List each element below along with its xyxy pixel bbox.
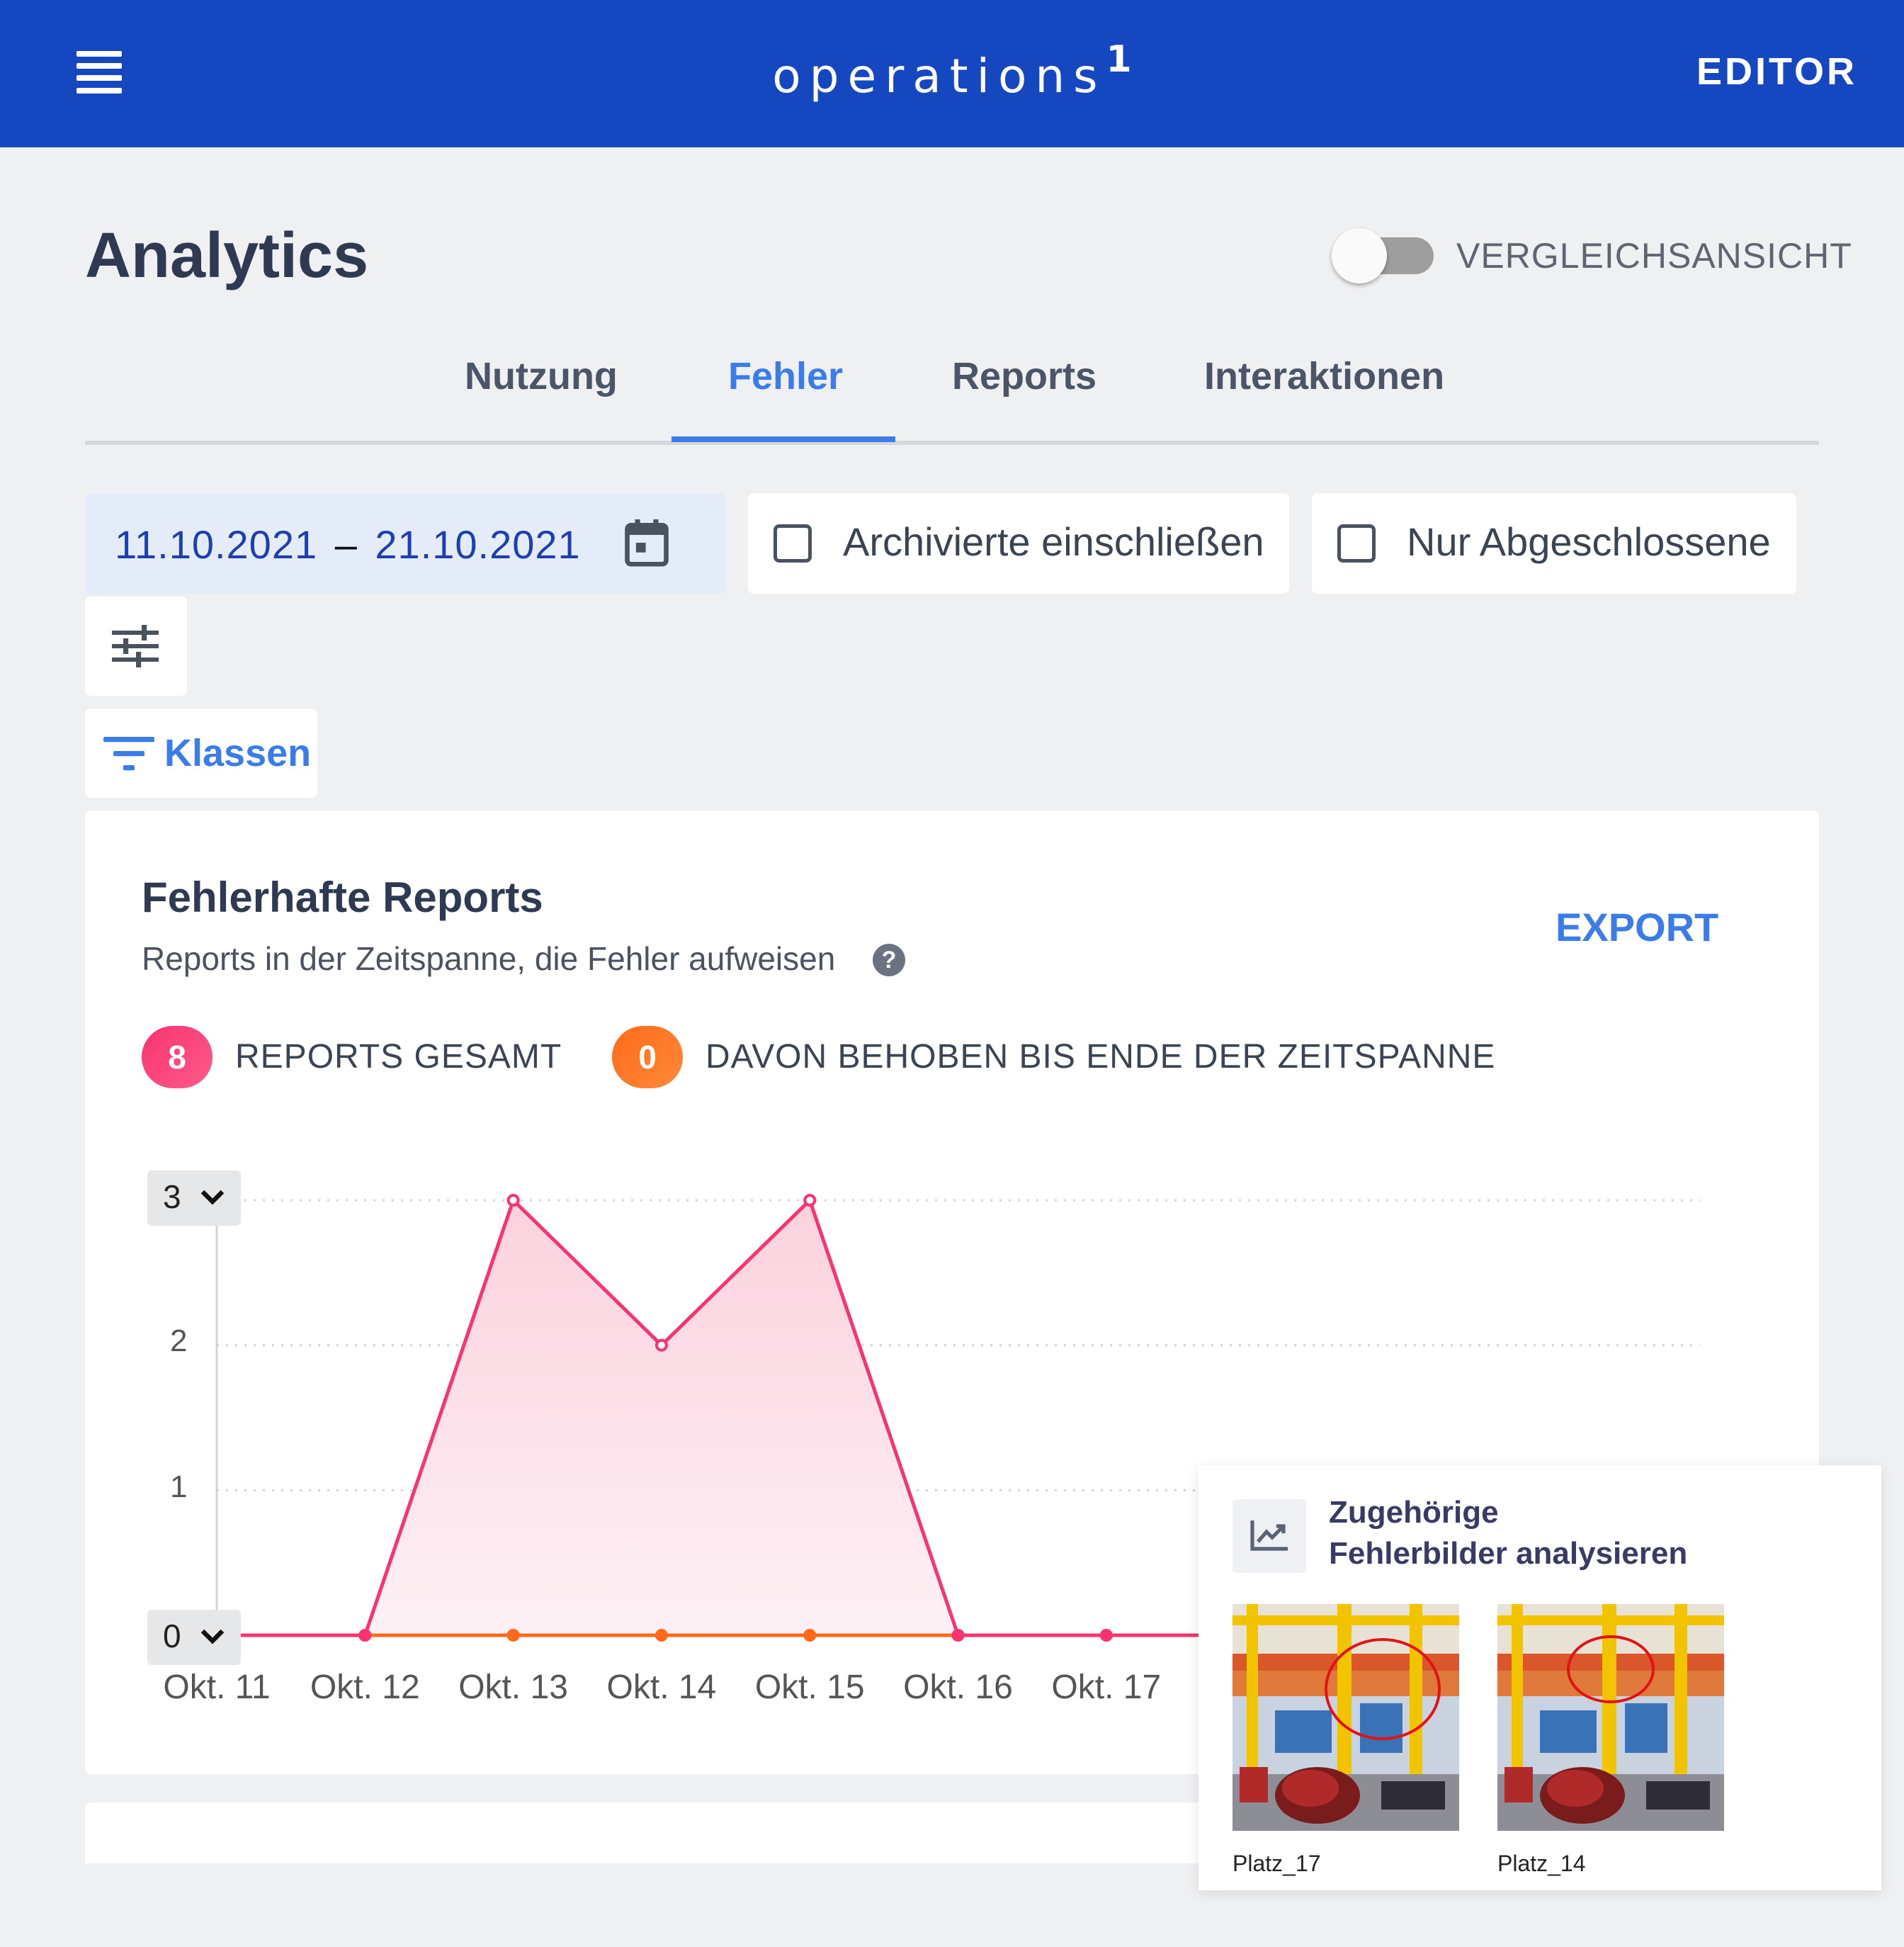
- popup-title-line2: Fehlerbilder analysieren: [1329, 1536, 1688, 1571]
- data-point: [506, 1629, 520, 1642]
- factory-photo-image: [1497, 1604, 1724, 1831]
- popup-icon-box: [1232, 1499, 1306, 1573]
- x-tick-label: Okt. 13: [458, 1669, 568, 1706]
- related-images-popup: Zugehörige Fehlerbilder analysieren Plat…: [1198, 1465, 1881, 1890]
- x-tick-label: Okt. 16: [903, 1669, 1013, 1706]
- data-point: [654, 1629, 668, 1642]
- thumbnail-label: Platz_14: [1497, 1851, 1586, 1876]
- y-tick-label: 1: [170, 1469, 188, 1504]
- x-tick-label: Okt. 15: [754, 1669, 865, 1706]
- popup-title: Zugehörige Fehlerbilder analysieren: [1329, 1492, 1687, 1574]
- data-point: [803, 1629, 817, 1642]
- y-axis-min-value: 0: [163, 1618, 181, 1654]
- y-axis-max-select[interactable]: 3: [147, 1170, 241, 1226]
- y-tick-label: 2: [170, 1324, 188, 1358]
- chevron-down-icon: [200, 1190, 225, 1205]
- data-point: [1099, 1629, 1113, 1642]
- popup-title-line1: Zugehörige: [1329, 1495, 1499, 1530]
- data-point: [506, 1194, 520, 1207]
- data-point: [803, 1194, 817, 1207]
- x-tick-label: Okt. 11: [163, 1669, 271, 1706]
- trending-up-chart-icon: [1250, 1520, 1288, 1551]
- x-tick-label: Okt. 17: [1051, 1669, 1162, 1706]
- defect-image-thumbnail[interactable]: [1497, 1604, 1724, 1831]
- data-point: [654, 1338, 668, 1352]
- y-axis-min-select[interactable]: 0: [147, 1610, 241, 1665]
- factory-photo-image: [1232, 1604, 1459, 1831]
- data-point: [951, 1629, 965, 1642]
- defect-image-thumbnail[interactable]: [1232, 1604, 1459, 1831]
- area-reports-total: [217, 1200, 1204, 1635]
- data-point: [358, 1629, 372, 1642]
- x-tick-label: Okt. 14: [606, 1669, 717, 1706]
- y-axis-max-value: 3: [163, 1178, 181, 1215]
- thumbnail-label: Platz_17: [1232, 1851, 1321, 1876]
- x-tick-label: Okt. 12: [310, 1669, 420, 1706]
- chevron-down-icon: [200, 1629, 225, 1644]
